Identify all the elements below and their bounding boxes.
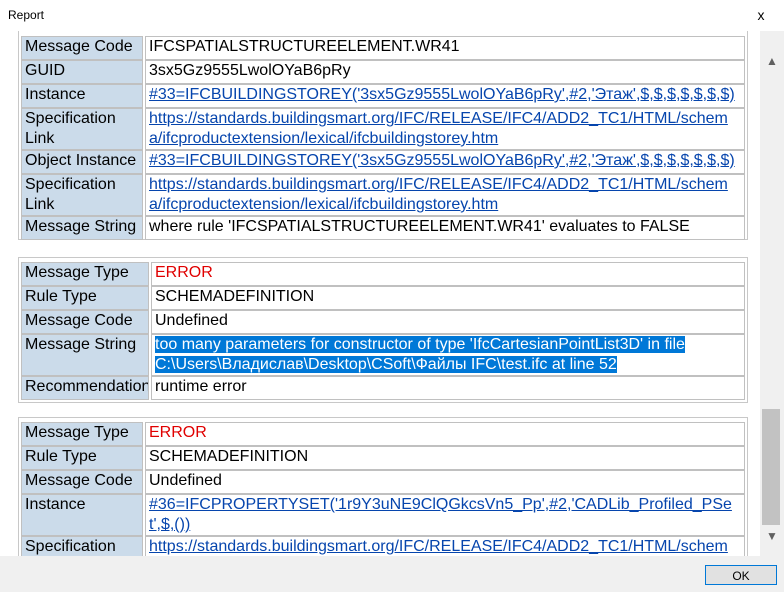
message-string-value[interactable]: too many parameters for constructor of t… bbox=[151, 334, 745, 376]
report-block-1: Message Code IFCSPATIALSTRUCTUREELEMENT.… bbox=[18, 31, 748, 240]
row-value: SCHEMADEFINITION bbox=[151, 286, 745, 310]
row-label: Instance bbox=[21, 494, 143, 536]
row-label: Recommendation bbox=[21, 376, 149, 400]
row-label: Specification bbox=[21, 536, 143, 556]
report-block-3: Message Type ERROR Rule Type SCHEMADEFIN… bbox=[18, 417, 748, 556]
report-block-2: Message Type ERROR Rule Type SCHEMADEFIN… bbox=[18, 257, 748, 403]
scrollbar-thumb[interactable] bbox=[762, 409, 780, 525]
row-label: Object Instance bbox=[21, 150, 143, 174]
row-value: SCHEMADEFINITION bbox=[145, 446, 745, 470]
row-label: Message Type bbox=[21, 262, 149, 286]
specification-link[interactable]: https://standards.buildingsmart.org/IFC/… bbox=[145, 108, 745, 150]
row-value: 3sx5Gz9555LwolOYaB6pRy bbox=[145, 60, 745, 84]
instance-link[interactable]: #36=IFCPROPERTYSET('1r9Y3uNE9ClQGkcsVn5_… bbox=[145, 494, 745, 536]
window-title: Report bbox=[8, 8, 45, 22]
row-label: Message Code bbox=[21, 470, 143, 494]
row-value: Undefined bbox=[151, 310, 745, 334]
row-label: Message String bbox=[21, 334, 149, 376]
row-label: Message Type bbox=[21, 422, 143, 446]
title-bar: Report x bbox=[0, 0, 784, 31]
row-label: Rule Type bbox=[21, 446, 143, 470]
scroll-up-icon[interactable]: ▲ bbox=[760, 50, 784, 72]
close-button[interactable]: x bbox=[738, 0, 784, 31]
specification-link[interactable]: https://standards.buildingsmart.org/IFC/… bbox=[145, 536, 745, 556]
specification-link[interactable]: https://standards.buildingsmart.org/IFC/… bbox=[145, 174, 745, 216]
row-label: Specification Link bbox=[21, 174, 143, 216]
instance-link[interactable]: #33=IFCBUILDINGSTOREY('3sx5Gz9555LwolOYa… bbox=[145, 84, 745, 108]
report-content[interactable]: Message Code IFCSPATIALSTRUCTUREELEMENT.… bbox=[0, 31, 760, 556]
row-value: Undefined bbox=[145, 470, 745, 494]
row-label: Message Code bbox=[21, 310, 149, 334]
selected-text-line-1: too many parameters for constructor of t… bbox=[155, 336, 685, 353]
row-label: GUID bbox=[21, 60, 143, 84]
row-value: runtime error bbox=[151, 376, 745, 400]
dialog-footer bbox=[0, 556, 784, 592]
message-type-value: ERROR bbox=[151, 262, 745, 286]
row-value: IFCSPATIALSTRUCTUREELEMENT.WR41 bbox=[145, 36, 745, 60]
row-label: Message Code bbox=[21, 36, 143, 60]
object-instance-link[interactable]: #33=IFCBUILDINGSTOREY('3sx5Gz9555LwolOYa… bbox=[145, 150, 745, 174]
row-label: Instance bbox=[21, 84, 143, 108]
row-label: Rule Type bbox=[21, 286, 149, 310]
message-type-value: ERROR bbox=[145, 422, 745, 446]
vertical-scrollbar[interactable]: ▲ ▼ bbox=[760, 31, 784, 556]
scroll-down-icon[interactable]: ▼ bbox=[760, 525, 784, 547]
ok-button[interactable]: OK bbox=[705, 565, 777, 585]
selected-text-line-2: C:\Users\Владислав\Desktop\CSoft\Файлы I… bbox=[155, 356, 617, 373]
row-label: Specification Link bbox=[21, 108, 143, 150]
row-value: where rule 'IFCSPATIALSTRUCTUREELEMENT.W… bbox=[145, 216, 745, 240]
row-label: Message String bbox=[21, 216, 143, 240]
